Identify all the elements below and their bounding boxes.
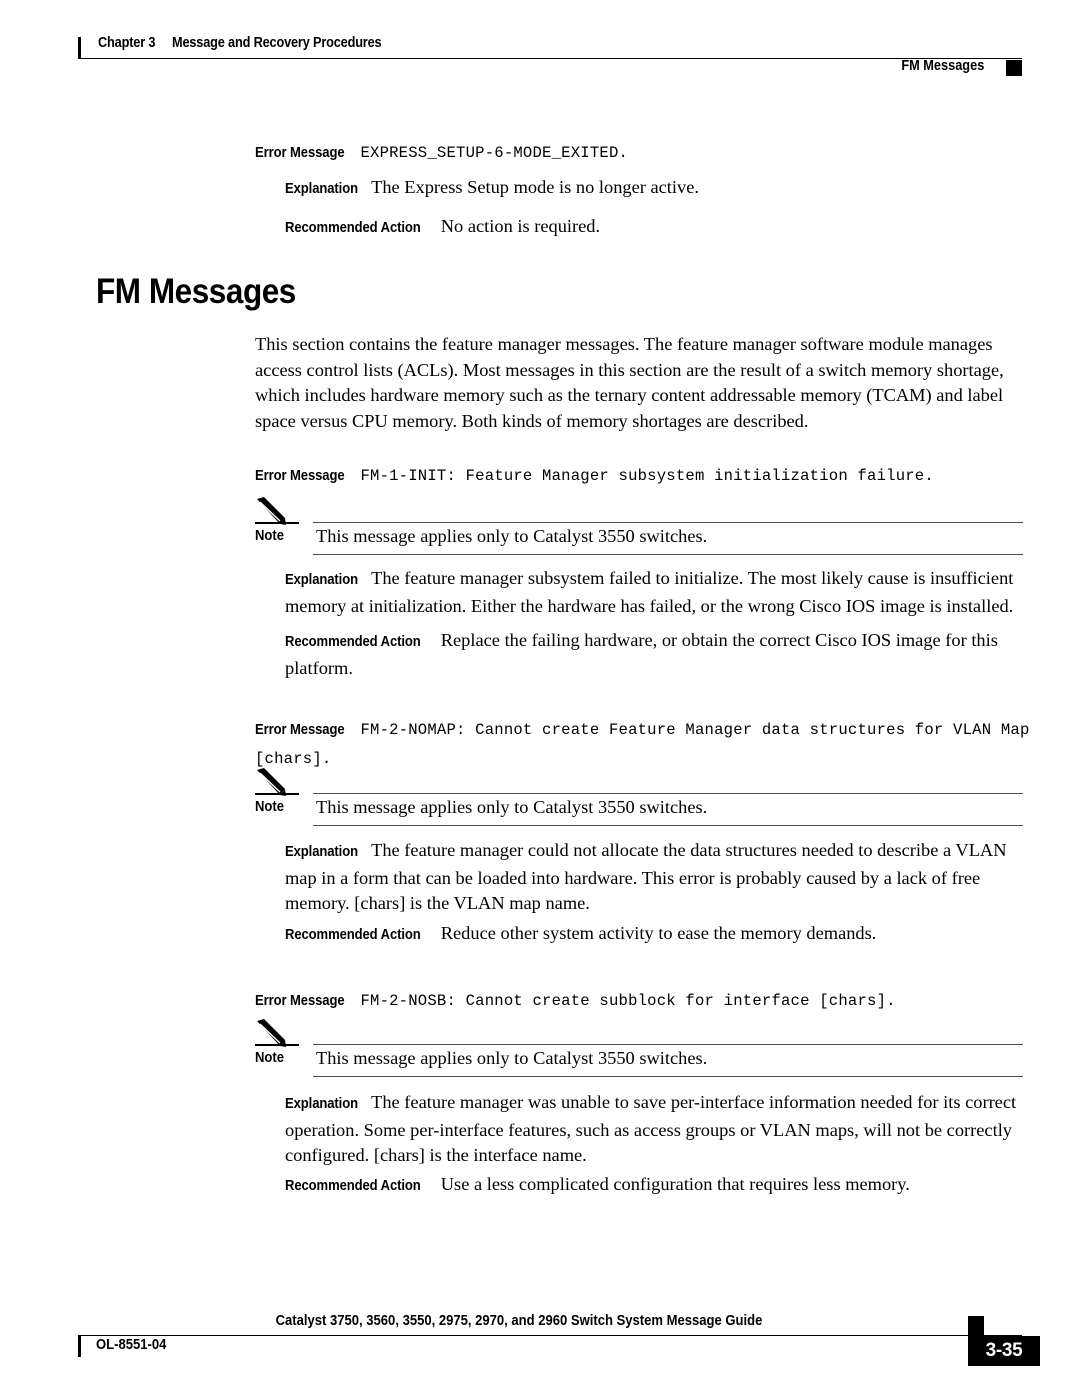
recommended-action-fm-2-nosb: Recommended Action Use a less complicated… bbox=[285, 1172, 1033, 1200]
note-rule-top bbox=[313, 793, 1023, 794]
recommended-action-label: Recommended Action bbox=[285, 220, 421, 236]
error-message-text: FM-1-INIT: Feature Manager subsystem ini… bbox=[360, 467, 934, 485]
recommended-action-label: Recommended Action bbox=[285, 634, 421, 650]
error-message-label: Error Message bbox=[255, 722, 345, 738]
recommended-action-fm-1-init: Recommended Action Replace the failing ha… bbox=[285, 628, 1033, 681]
error-message-text: EXPRESS_SETUP-6-MODE_EXITED. bbox=[360, 144, 629, 162]
explanation-label: Explanation bbox=[285, 1096, 358, 1112]
header-rule bbox=[78, 58, 1022, 59]
explanation-label: Explanation bbox=[285, 844, 358, 860]
note-rule-bottom bbox=[313, 554, 1023, 555]
intro-paragraph: This section contains the feature manage… bbox=[255, 334, 1004, 431]
header-square-marker bbox=[1006, 60, 1022, 76]
note-text: This message applies only to Catalyst 35… bbox=[316, 526, 708, 546]
footer-left-bar bbox=[78, 1336, 81, 1357]
explanation-label: Explanation bbox=[285, 181, 358, 197]
error-message-label: Error Message bbox=[255, 993, 345, 1009]
footer-guide-title: Catalyst 3750, 3560, 3550, 2975, 2970, a… bbox=[275, 1313, 763, 1329]
header-left-bar bbox=[78, 37, 81, 58]
footer-document-id: OL-8551-04 bbox=[96, 1337, 167, 1353]
page-number-badge: 3-35 bbox=[968, 1336, 1040, 1366]
note-label: Note bbox=[255, 528, 285, 544]
explanation-fm-2-nomap: Explanation The feature manager could not… bbox=[285, 838, 1033, 917]
recommended-action-label: Recommended Action bbox=[285, 1178, 421, 1194]
note-icon-underline bbox=[255, 1044, 299, 1046]
header-section-label: FM Messages bbox=[901, 58, 984, 74]
explanation-express-setup: Explanation The Express Setup mode is no … bbox=[285, 175, 1033, 203]
note-text: This message applies only to Catalyst 35… bbox=[316, 1048, 708, 1068]
note-text: This message applies only to Catalyst 35… bbox=[316, 797, 708, 817]
recommended-action-fm-2-nomap: Recommended Action Reduce other system ac… bbox=[285, 921, 1033, 949]
note-icon-underline bbox=[255, 793, 299, 795]
explanation-fm-1-init: Explanation The feature manager subsystem… bbox=[285, 566, 1033, 619]
error-message-line-fm-1-init: Error Message FM-1-INIT: Feature Manager … bbox=[255, 461, 1045, 490]
explanation-label: Explanation bbox=[285, 572, 358, 588]
error-message-text: FM-2-NOMAP: Cannot create Feature Manage… bbox=[255, 721, 1030, 768]
note-icon-underline bbox=[255, 522, 299, 524]
note-rule-top bbox=[313, 522, 1023, 523]
header-chapter-title: Message and Recovery Procedures bbox=[172, 35, 382, 51]
document-page: Chapter 3 Message and Recovery Procedures… bbox=[0, 0, 1080, 1397]
page-header: Chapter 3 Message and Recovery Procedures… bbox=[78, 32, 1022, 78]
note-rule-bottom bbox=[313, 1076, 1023, 1077]
explanation-text: The Express Setup mode is no longer acti… bbox=[371, 177, 699, 197]
recommended-action-label: Recommended Action bbox=[285, 927, 421, 943]
error-message-label: Error Message bbox=[255, 468, 345, 484]
explanation-text: The feature manager was unable to save p… bbox=[285, 1092, 1017, 1165]
header-chapter-number: Chapter 3 bbox=[98, 35, 156, 51]
note-rule-bottom bbox=[313, 825, 1023, 826]
header-chapter-breadcrumb: Chapter 3 Message and Recovery Procedures bbox=[98, 35, 382, 51]
recommended-action-express-setup: Recommended Action No action is required. bbox=[285, 214, 1033, 242]
error-message-text: FM-2-NOSB: Cannot create subblock for in… bbox=[360, 992, 896, 1010]
error-message-line-fm-2-nosb: Error Message FM-2-NOSB: Cannot create su… bbox=[255, 986, 1045, 1015]
explanation-text: The feature manager could not allocate t… bbox=[285, 840, 1007, 913]
note-rule-top bbox=[313, 1044, 1023, 1045]
footer-square-marker bbox=[968, 1316, 984, 1335]
recommended-action-text: Use a less complicated configuration tha… bbox=[440, 1174, 910, 1194]
recommended-action-text: No action is required. bbox=[440, 216, 601, 236]
error-message-line-express-setup: Error Message EXPRESS_SETUP-6-MODE_EXITED… bbox=[255, 138, 1045, 167]
explanation-fm-2-nosb: Explanation The feature manager was unabl… bbox=[285, 1090, 1033, 1169]
error-message-label: Error Message bbox=[255, 145, 345, 161]
footer-rule bbox=[78, 1335, 1022, 1336]
note-label: Note bbox=[255, 799, 285, 815]
error-message-line-fm-2-nomap: Error Message FM-2-NOMAP: Cannot create F… bbox=[255, 715, 1055, 773]
recommended-action-text: Reduce other system activity to ease the… bbox=[440, 923, 877, 943]
explanation-text: The feature manager subsystem failed to … bbox=[285, 568, 1014, 616]
note-label: Note bbox=[255, 1050, 285, 1066]
page-footer: Catalyst 3750, 3560, 3550, 2975, 2970, a… bbox=[78, 1308, 1040, 1368]
page-title: FM Messages bbox=[96, 272, 296, 311]
